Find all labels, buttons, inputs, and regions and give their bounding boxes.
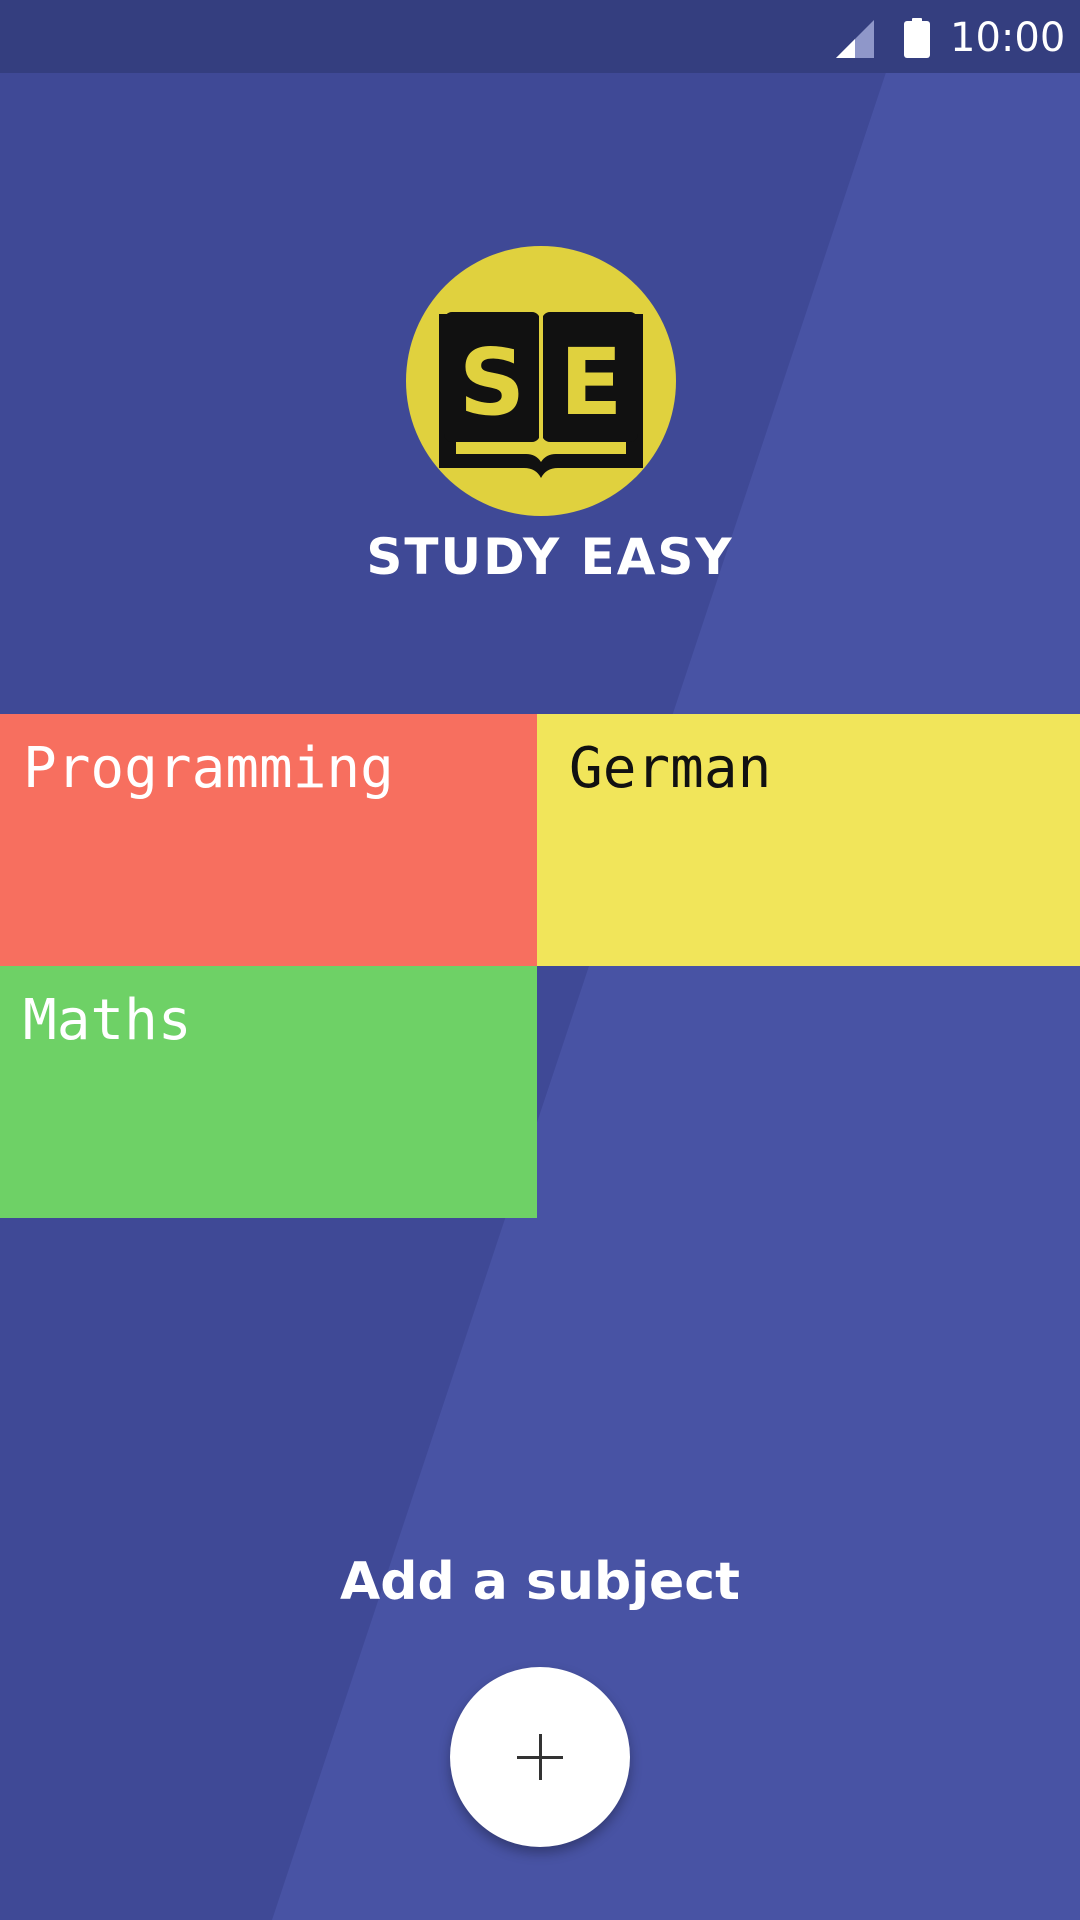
app-logo: S E (406, 246, 676, 516)
plus-icon (517, 1734, 563, 1780)
status-bar: 10:00 (0, 0, 1080, 73)
subject-tile-maths[interactable]: Maths (0, 966, 537, 1218)
svg-text:S: S (459, 329, 525, 436)
svg-text:E: E (560, 329, 623, 436)
subject-label: Programming (23, 736, 394, 801)
add-subject-button[interactable] (450, 1667, 630, 1847)
add-subject-label: Add a subject (340, 1552, 740, 1612)
subject-tile-programming[interactable]: Programming (0, 714, 537, 966)
status-time: 10:00 (950, 15, 1066, 61)
open-book-icon: S E (439, 312, 643, 478)
battery-icon (904, 18, 930, 58)
subject-label: German (569, 736, 772, 801)
cell-signal-icon (836, 20, 874, 58)
subject-label: Maths (23, 988, 192, 1053)
subject-tile-german[interactable]: German (537, 714, 1080, 966)
app-title: STUDY EASY (366, 528, 734, 586)
